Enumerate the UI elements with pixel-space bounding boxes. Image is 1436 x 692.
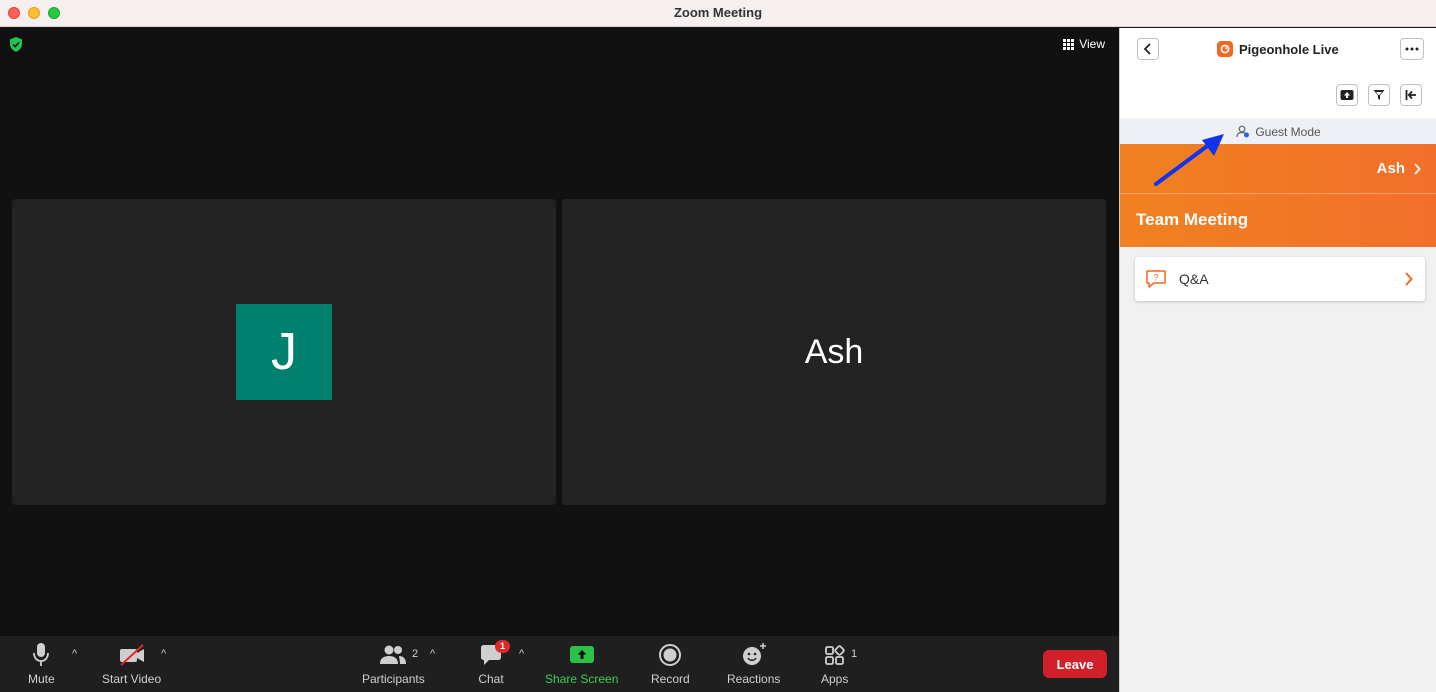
chevron-left-icon [1143, 43, 1151, 55]
audio-options-chevron-up-icon[interactable]: ^ [72, 648, 77, 660]
start-video-button[interactable]: Start Video [102, 642, 161, 686]
filter-icon [1373, 90, 1385, 100]
apps-count: 1 [851, 648, 858, 660]
meeting-toolbar: Mute ^ Start Video ^ Participants 2 ^ Ch… [0, 636, 1119, 692]
video-off-icon [119, 644, 144, 666]
participants-icon [380, 645, 407, 664]
panel-header: Pigeonhole Live [1120, 28, 1436, 118]
chat-label: Chat [478, 672, 504, 686]
user-name: Ash [1376, 160, 1405, 177]
more-dots-icon [1405, 47, 1419, 51]
chevron-right-icon [1405, 272, 1413, 286]
video-options-chevron-up-icon[interactable]: ^ [161, 648, 166, 660]
share-to-screen-button[interactable] [1336, 84, 1358, 106]
participants-options-chevron-up-icon[interactable]: ^ [430, 648, 435, 660]
microphone-icon [33, 643, 50, 666]
app-title: Pigeonhole Live [1217, 41, 1339, 57]
record-label: Record [651, 672, 690, 686]
more-options-button[interactable] [1400, 38, 1424, 60]
participants-label: Participants [362, 672, 425, 686]
guest-mode-label: Guest Mode [1255, 124, 1321, 139]
apps-button[interactable]: Apps [821, 642, 848, 686]
chat-unread-badge: 1 [495, 640, 510, 653]
share-screen-label: Share Screen [545, 672, 619, 686]
session-item-qa[interactable]: ? Q&A [1135, 257, 1425, 301]
back-button[interactable] [1137, 38, 1159, 60]
participants-count: 2 [412, 648, 419, 660]
record-icon [659, 644, 682, 666]
apps-label: Apps [821, 672, 849, 686]
collapse-left-icon [1405, 90, 1416, 100]
pigeonhole-logo-icon [1217, 41, 1233, 57]
apps-icon [824, 645, 845, 665]
participant-name: Ash [804, 333, 864, 371]
annotation-arrow-icon [1154, 134, 1224, 186]
view-button[interactable]: View [1063, 37, 1105, 51]
reactions-smiley-icon [742, 643, 766, 665]
svg-text:?: ? [1153, 273, 1158, 283]
session-label: Q&A [1179, 271, 1209, 287]
chevron-right-icon [1414, 162, 1421, 175]
guest-user-icon [1236, 125, 1250, 138]
event-title: Team Meeting [1136, 210, 1249, 229]
upload-icon [1340, 90, 1354, 100]
reactions-button[interactable]: Reactions [727, 642, 780, 686]
leave-button[interactable]: Leave [1043, 650, 1107, 678]
meeting-video-area: View J Ash [0, 28, 1119, 636]
filter-button[interactable] [1368, 84, 1390, 106]
app-name: Pigeonhole Live [1239, 41, 1339, 57]
window-title: Zoom Meeting [673, 5, 763, 20]
collapse-panel-button[interactable] [1400, 84, 1422, 106]
view-label: View [1079, 37, 1105, 51]
security-shield-icon[interactable] [9, 37, 23, 52]
participant-tile-j[interactable]: J [12, 199, 556, 505]
participant-avatar: J [236, 304, 332, 400]
share-screen-icon [569, 646, 594, 663]
mute-button[interactable]: Mute [28, 642, 55, 686]
pigeonhole-side-panel: Pigeonhole Live Guest Mode Ash Team Meet… [1119, 28, 1436, 692]
chat-options-chevron-up-icon[interactable]: ^ [519, 648, 524, 660]
participant-tile-ash[interactable]: Ash [562, 199, 1106, 505]
record-button[interactable]: Record [651, 642, 690, 686]
share-screen-button[interactable]: Share Screen [545, 642, 618, 686]
mute-label: Mute [28, 672, 55, 686]
question-bubble-icon: ? [1146, 270, 1166, 288]
grid-icon [1063, 38, 1075, 50]
start-video-label: Start Video [102, 672, 162, 686]
window-titlebar: Zoom Meeting [0, 0, 1436, 27]
reactions-label: Reactions [727, 672, 781, 686]
